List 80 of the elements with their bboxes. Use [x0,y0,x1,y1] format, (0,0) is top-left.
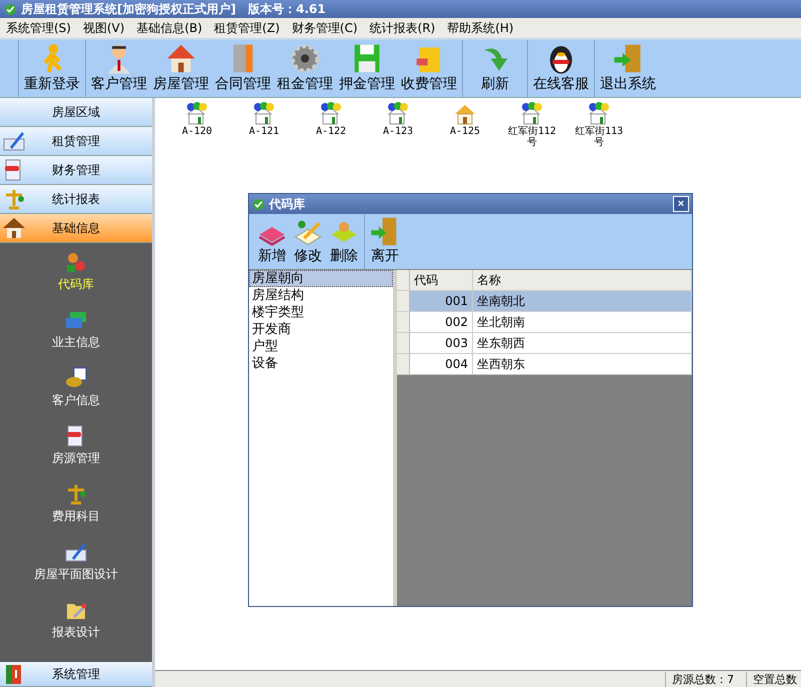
house-item[interactable]: A-123 [370,102,426,137]
sidebar-item[interactable]: 业主信息 [46,307,106,352]
menu-item[interactable]: 基础信息(B) [132,20,206,36]
column-header: 代码 [410,270,473,290]
house-with-people-icon [587,102,611,126]
house-item[interactable]: 红军街112号 [504,102,560,148]
app-logo-icon [252,198,265,210]
house-with-people-icon [319,102,343,126]
toolbar-button[interactable]: 删除 [326,214,362,269]
menu-item[interactable]: 帮助系统(H) [443,20,518,36]
sidebar-item[interactable]: 房源管理 [46,423,106,468]
sidebar-section[interactable]: 房屋区域 [0,98,152,127]
sidebar-item[interactable]: 报表设计 [46,597,106,642]
house-item[interactable]: 红军街113号 [571,102,627,148]
pencil-icon [64,540,88,564]
house-item[interactable]: A-121 [236,102,292,137]
toolbar-button[interactable]: 房屋管理 [150,40,212,97]
table-cell: 坐东朝西 [473,333,692,353]
category-item[interactable]: 开发商 [249,321,393,338]
toolbar-button[interactable]: 收费管理 [398,40,460,97]
category-item[interactable]: 户型 [249,338,393,355]
close-button[interactable]: × [673,196,689,212]
gear-icon [288,42,322,75]
table-cell: 003 [410,333,473,353]
toolbar-button[interactable]: 刷新 [465,40,525,97]
menu-item[interactable]: 视图(V) [78,20,129,36]
sidebar-section[interactable]: 租赁管理 [0,127,152,156]
table-cell: 坐南朝北 [473,291,692,311]
table-cell: 坐北朝南 [473,312,692,332]
table-row[interactable]: 003 坐东朝西 [397,333,692,354]
sidebar-item[interactable]: 代码库 [52,249,100,294]
menu-item[interactable]: 系统管理(S) [2,20,75,36]
sidebar-item[interactable]: 客户信息 [46,365,106,410]
sidebar-section[interactable]: 系统管理 [0,662,152,687]
toolbar-button[interactable]: 退出系统 [597,40,659,97]
table-row[interactable]: 002 坐北朝南 [397,312,692,333]
category-item[interactable]: 房屋朝向 [249,270,393,287]
toolbar-button[interactable]: 租金管理 [274,40,336,97]
toolbar-button[interactable]: 客户管理 [88,40,150,97]
house-with-people-icon [185,102,209,126]
table-cell: 坐西朝东 [473,354,692,374]
toolbar-button[interactable]: 修改 [290,214,326,269]
status-text: 空置总数 [746,672,797,686]
table-cell: 002 [410,312,473,332]
sidebar-section[interactable]: 基础信息 [0,214,152,243]
toolbar-button[interactable]: 离开 [367,214,403,269]
table-cell: 001 [410,291,473,311]
table-row[interactable]: 004 坐西朝东 [397,354,692,375]
menu-item[interactable]: 财务管理(C) [288,20,362,36]
house-with-people-icon [520,102,544,126]
toolbar-button[interactable]: 押金管理 [336,40,398,97]
pencil-icon [2,129,26,153]
house-with-people-icon [252,102,276,126]
toolbar-button[interactable]: 重新登录 [21,40,83,97]
status-text: 房源总数：7 [665,672,734,686]
house-icon [2,216,26,240]
sidebar-item[interactable]: 费用科目 [46,481,106,526]
people-icon [64,250,88,274]
toolbar-button[interactable]: 合同管理 [212,40,274,97]
house-with-people-icon [386,102,410,126]
category-item[interactable]: 楼宇类型 [249,304,393,321]
sidebar-section[interactable]: 财务管理 [0,156,152,185]
category-item[interactable]: 房屋结构 [249,287,393,304]
category-item[interactable]: 设备 [249,355,393,372]
menu-item[interactable]: 租赁管理(Z) [210,20,284,36]
toolbar-button[interactable]: 在线客服 [530,40,592,97]
app-logo-icon [4,2,17,16]
table-row[interactable]: 001 坐南朝北 [397,291,692,312]
house-item[interactable]: A-122 [303,102,359,137]
sidebar-section[interactable]: 统计报表 [0,185,152,214]
house-icon [453,102,477,126]
house-item[interactable]: A-120 [169,102,225,137]
sidebar-item[interactable]: 房屋平面图设计 [28,539,124,584]
toolbar-button[interactable]: 新增 [254,214,290,269]
table-cell: 004 [410,354,473,374]
house-item[interactable]: A-125 [437,102,493,137]
window-title: 房屋租赁管理系统[加密狗授权正式用户] 版本号：4.61 [21,0,326,18]
column-header: 名称 [473,270,692,290]
dialog-title: 代码库 [269,196,306,212]
menu-item[interactable]: 统计报表(R) [366,20,440,36]
